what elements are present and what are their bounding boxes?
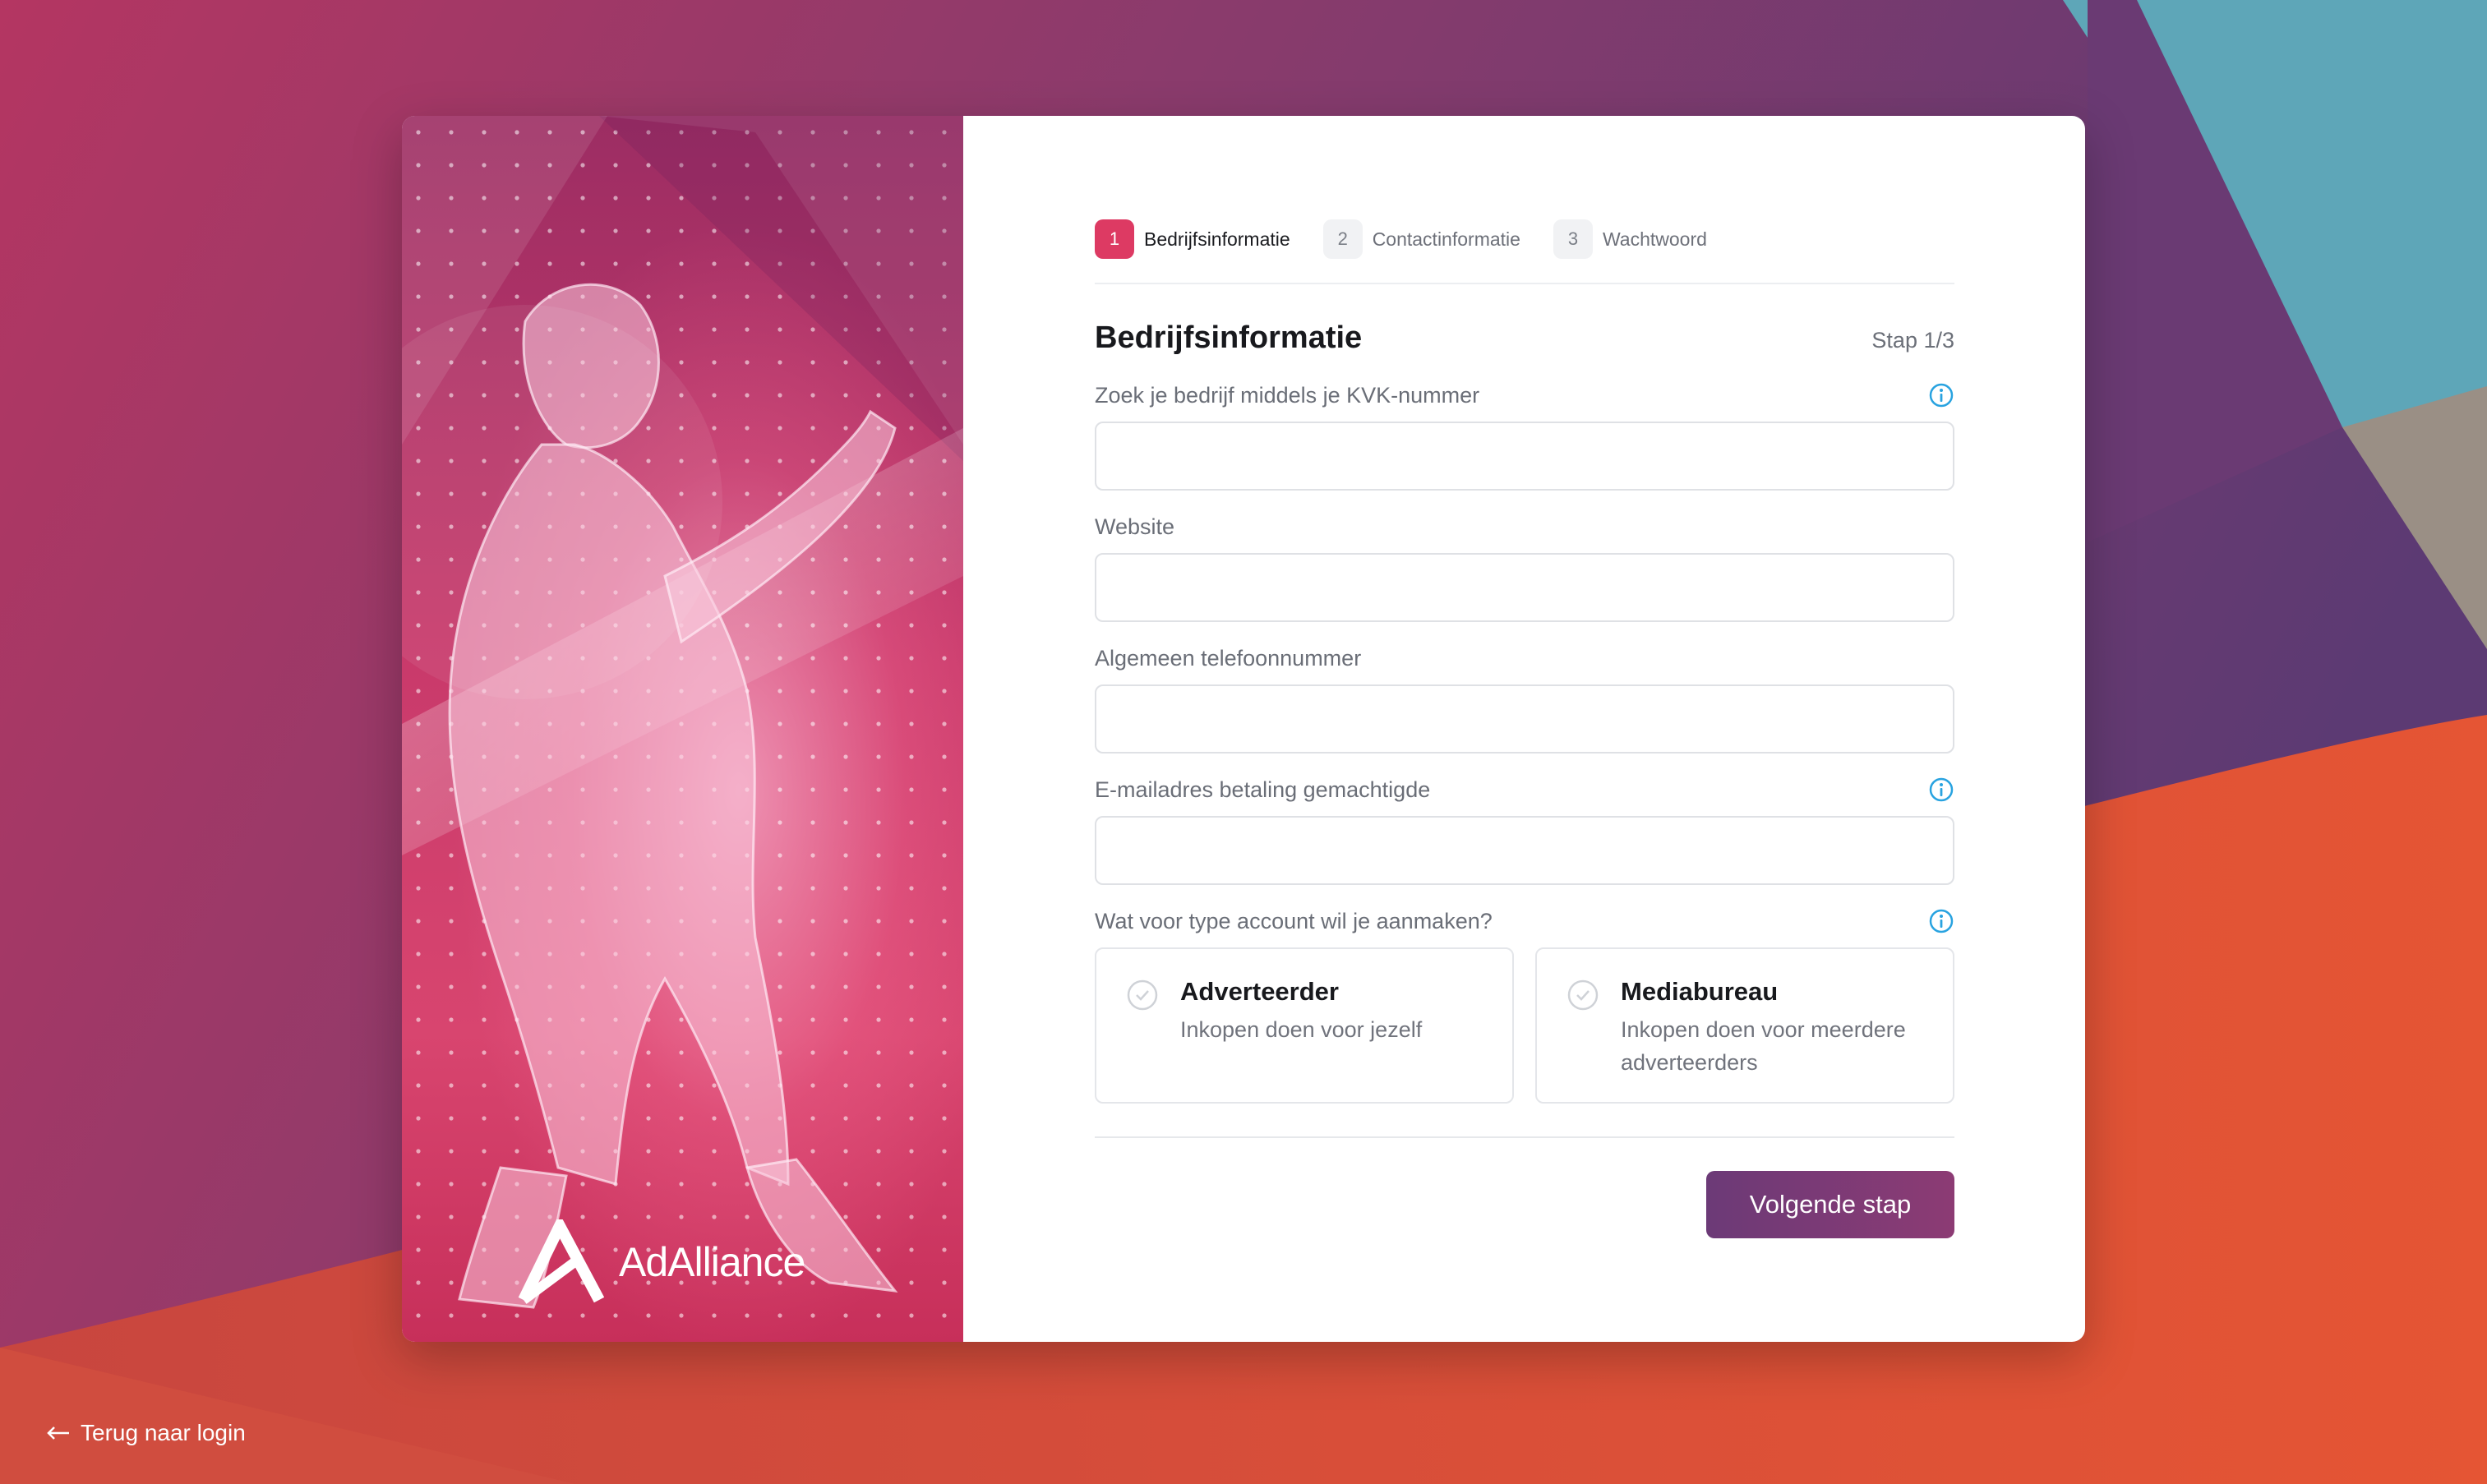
account-type-label-row: Wat voor type account wil je aanmaken? <box>1095 905 1954 938</box>
phone-label-row: Algemeen telefoonnummer <box>1095 642 1954 675</box>
signup-card: AdAlliance 1 Bedrijfsinformatie 2 Contac… <box>402 116 2085 1342</box>
account-option-text: Adverteerder Inkopen doen voor jezelf <box>1180 977 1422 1046</box>
form-actions: Volgende stap <box>1095 1171 1954 1238</box>
back-to-login-label: Terug naar login <box>81 1420 246 1445</box>
check-circle-icon <box>1567 979 1599 1011</box>
step-wachtwoord[interactable]: 3 Wachtwoord <box>1553 219 1707 259</box>
account-options: Adverteerder Inkopen doen voor jezelf Me… <box>1095 947 1954 1104</box>
step-label: Bedrijfsinformatie <box>1144 228 1290 250</box>
arrow-left-icon <box>47 1426 69 1440</box>
kvk-label: Zoek je bedrijf middels je KVK-nummer <box>1095 382 1480 408</box>
account-option-adverteerder[interactable]: Adverteerder Inkopen doen voor jezelf <box>1095 947 1514 1104</box>
website-field-group: Website <box>1095 510 1954 622</box>
back-to-login-link[interactable]: Terug naar login <box>46 1420 246 1446</box>
website-input[interactable] <box>1095 553 1954 622</box>
step-contactinformatie[interactable]: 2 Contactinformatie <box>1322 219 1520 259</box>
kvk-label-row: Zoek je bedrijf middels je KVK-nummer <box>1095 379 1954 412</box>
step-bedrijfsinformatie[interactable]: 1 Bedrijfsinformatie <box>1095 219 1290 259</box>
account-option-description: Inkopen doen voor meerdere adverteerders <box>1621 1017 1906 1075</box>
stepper: 1 Bedrijfsinformatie 2 Contactinformatie… <box>1095 219 1954 259</box>
step-number: 2 <box>1322 219 1363 259</box>
phone-label: Algemeen telefoonnummer <box>1095 645 1362 671</box>
account-option-title: Adverteerder <box>1180 977 1339 1006</box>
step-indicator: Stap 1/3 <box>1871 328 1954 353</box>
email-field-group: E-mailadres betaling gemachtigde <box>1095 773 1954 885</box>
kvk-field-group: Zoek je bedrijf middels je KVK-nummer <box>1095 379 1954 491</box>
step-label: Contactinformatie <box>1372 228 1520 250</box>
step-label: Wachtwoord <box>1602 228 1707 250</box>
adalliance-logo-icon <box>518 1219 605 1304</box>
stepper-divider <box>1095 283 1954 284</box>
hero-image: AdAlliance <box>402 116 963 1342</box>
account-option-description: Inkopen doen voor jezelf <box>1180 1017 1423 1042</box>
email-label: E-mailadres betaling gemachtigde <box>1095 777 1431 802</box>
step-number: 3 <box>1553 219 1593 259</box>
section-title: Bedrijfsinformatie <box>1095 320 1363 355</box>
info-icon[interactable] <box>1928 382 1954 408</box>
form-content: 1 Bedrijfsinformatie 2 Contactinformatie… <box>1095 219 1954 1238</box>
website-label-row: Website <box>1095 510 1954 543</box>
phone-field-group: Algemeen telefoonnummer <box>1095 642 1954 754</box>
section-header: Bedrijfsinformatie Stap 1/3 <box>1095 320 1954 356</box>
account-option-mediabureau[interactable]: Mediabureau Inkopen doen voor meerdere a… <box>1535 947 1954 1104</box>
email-label-row: E-mailadres betaling gemachtigde <box>1095 773 1954 806</box>
check-circle-icon <box>1127 979 1158 1011</box>
actions-divider <box>1095 1136 1954 1138</box>
next-step-button[interactable]: Volgende stap <box>1706 1171 1954 1238</box>
adalliance-logo: AdAlliance <box>517 1217 805 1307</box>
info-icon[interactable] <box>1928 777 1954 803</box>
step-number: 1 <box>1095 219 1134 259</box>
account-type-label: Wat voor type account wil je aanmaken? <box>1095 908 1493 933</box>
email-input[interactable] <box>1095 816 1954 885</box>
phone-input[interactable] <box>1095 684 1954 754</box>
account-option-title: Mediabureau <box>1621 977 1779 1006</box>
info-icon[interactable] <box>1928 908 1954 934</box>
logo-text: AdAlliance <box>619 1239 805 1285</box>
account-option-text: Mediabureau Inkopen doen voor meerdere a… <box>1621 977 1917 1079</box>
account-type-group: Wat voor type account wil je aanmaken? A… <box>1095 905 1954 1104</box>
kvk-input[interactable] <box>1095 422 1954 491</box>
form-panel: 1 Bedrijfsinformatie 2 Contactinformatie… <box>963 116 2085 1342</box>
website-label: Website <box>1095 514 1175 539</box>
